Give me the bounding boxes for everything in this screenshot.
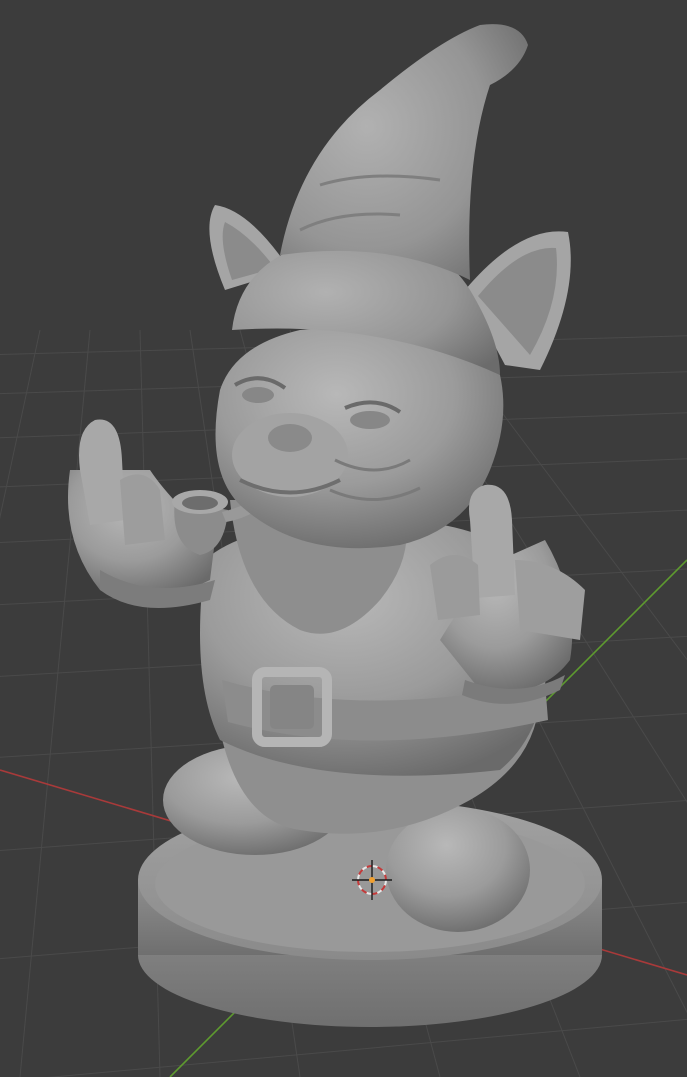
sculpt-mesh-icon[interactable] bbox=[68, 24, 602, 1027]
3d-viewport[interactable] bbox=[0, 0, 687, 1077]
